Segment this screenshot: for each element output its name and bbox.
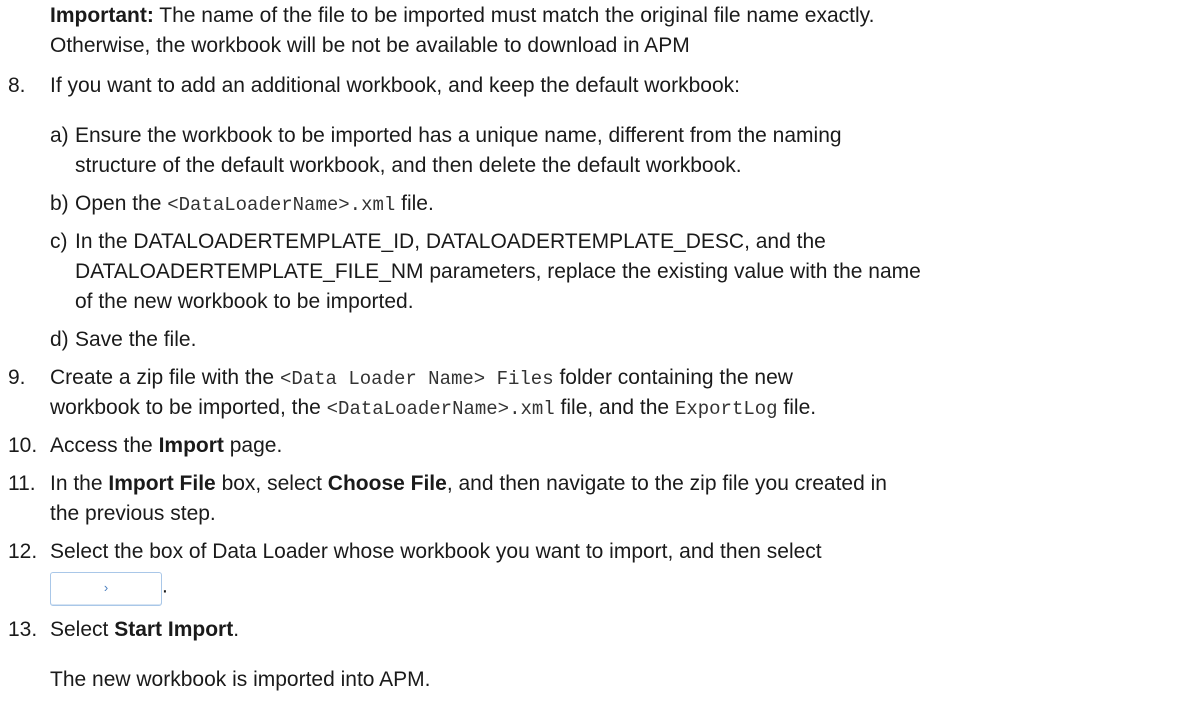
step-text: Access the — [50, 434, 159, 457]
substep-text-line2: DATALOADERTEMPLATE_FILE_NM parameters, r… — [75, 260, 921, 283]
substep-letter: c) — [50, 230, 68, 253]
chevron-right-icon: › — [103, 580, 109, 595]
step-number: 8. — [8, 74, 26, 97]
substep-text: file. — [395, 192, 434, 215]
step-text: box, select — [215, 472, 328, 495]
step-text: In the — [50, 472, 109, 495]
substep-letter: a) — [50, 124, 69, 147]
step-text-line2: the previous step. — [50, 502, 216, 525]
step-text: Select — [50, 618, 115, 641]
result-text: The new workbook is imported into APM. — [50, 668, 431, 691]
exportlog-code: ExportLog — [674, 398, 778, 420]
step-text: Select the box of Data Loader whose work… — [50, 540, 822, 563]
import-page-label: Import — [158, 434, 224, 457]
step-text: page. — [223, 434, 283, 457]
start-import-label: Start Import — [114, 618, 234, 641]
substep-text-line3: of the new workbook to be imported. — [75, 290, 414, 313]
important-text-line2: Otherwise, the workbook will be not be a… — [50, 34, 690, 57]
substep-text: Open the — [75, 192, 168, 215]
substep-letter: b) — [50, 192, 69, 215]
step-text: file, and the — [554, 396, 675, 419]
folder-code: <Data Loader Name> Files — [279, 368, 554, 390]
step-text: folder containing the new — [553, 366, 793, 389]
step-number: 12. — [8, 540, 38, 563]
step-text: . — [162, 574, 168, 598]
substep-text-line1: Ensure the workbook to be imported has a… — [75, 124, 842, 147]
move-right-button[interactable]: › — [50, 572, 162, 606]
step-text: Create a zip file with the — [50, 366, 280, 389]
substep-text: Save the file. — [75, 328, 197, 351]
import-file-label: Import File — [108, 472, 216, 495]
step-number: 11. — [8, 472, 36, 495]
filename-code: <DataLoaderName>.xml — [167, 194, 396, 216]
step-number: 10. — [8, 434, 38, 457]
substep-text-line1: In the DATALOADERTEMPLATE_ID, DATALOADER… — [75, 230, 826, 253]
step-text: . — [233, 618, 240, 641]
important-label: Important: — [50, 4, 154, 27]
step-number: 13. — [8, 618, 38, 641]
document-page: Important: The name of the file to be im… — [0, 0, 1200, 717]
step-number: 9. — [8, 366, 26, 389]
step-text: workbook to be imported, the — [50, 396, 327, 419]
substep-letter: d) — [50, 328, 69, 351]
step-text: file. — [777, 396, 817, 419]
important-text-line1: The name of the file to be imported must… — [153, 4, 875, 27]
step-text: If you want to add an additional workboo… — [50, 74, 740, 97]
choose-file-label: Choose File — [327, 472, 447, 495]
filename-code: <DataLoaderName>.xml — [326, 398, 555, 420]
step-text: , and then navigate to the zip file you … — [446, 472, 887, 495]
substep-text-line2: structure of the default workbook, and t… — [75, 154, 742, 177]
